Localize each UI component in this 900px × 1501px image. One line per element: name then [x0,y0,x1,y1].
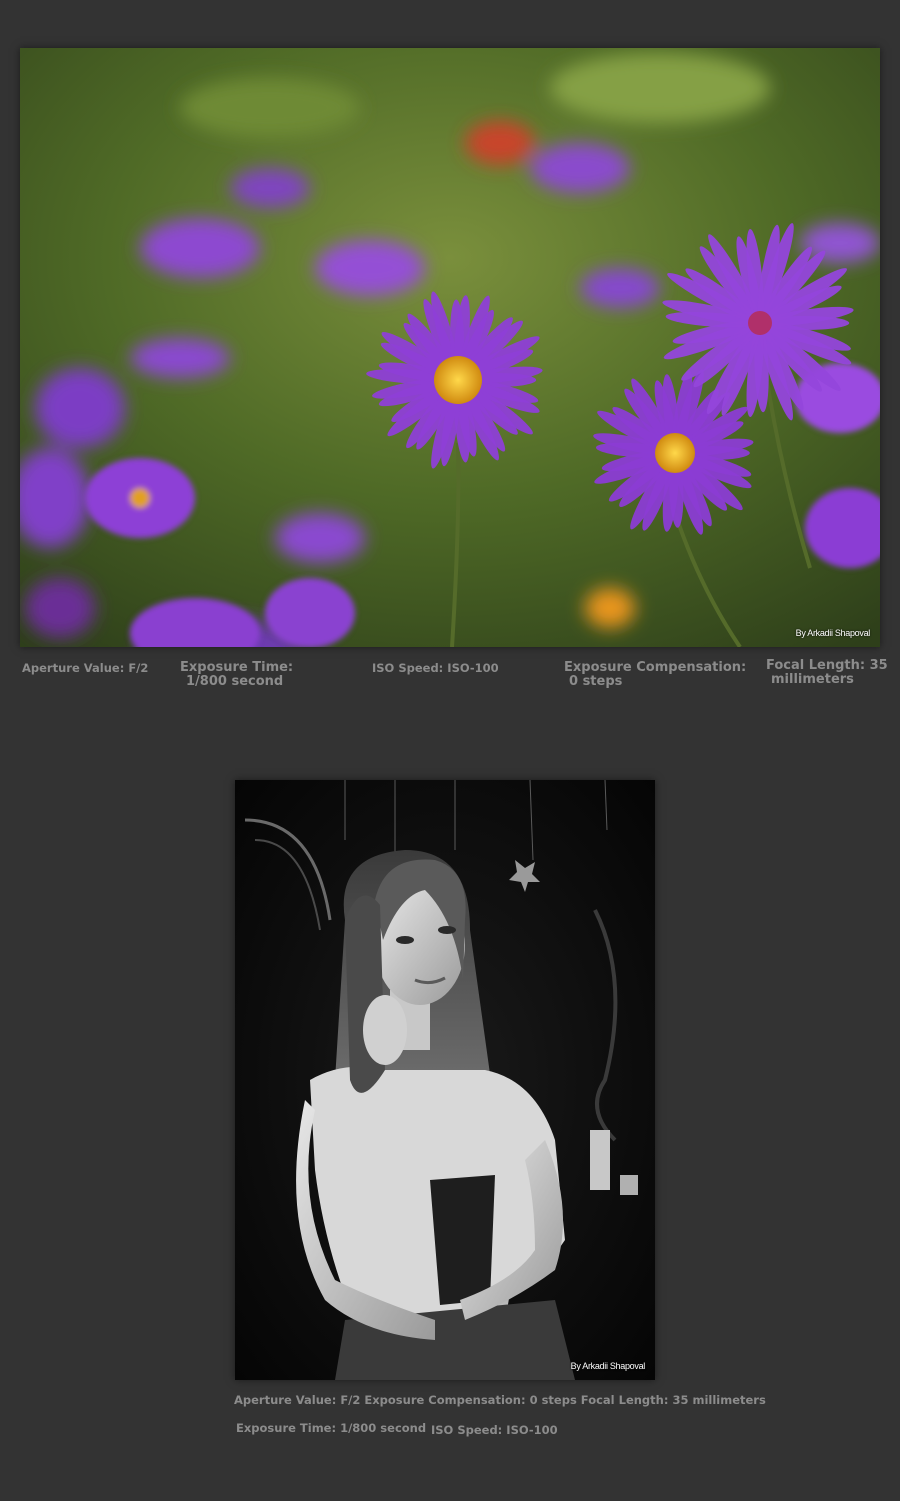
exposure-compensation-value: 0 steps [569,674,623,689]
portrait-photo-image [235,780,655,1380]
photo-credit: By Arkadii Shapoval [570,1361,646,1371]
focal-length-label: Focal Length: 35 [766,658,888,673]
iso-speed-label: ISO Speed: ISO-100 [372,661,499,675]
exposure-compensation-label: Exposure Compensation: [564,660,747,675]
aperture-label: Aperture Value: F/2 [22,661,149,675]
exposure-time-label: Exposure Time: [180,660,294,675]
portrait-exif-line: Aperture Value: F/2 Exposure Compensatio… [234,1393,766,1407]
flower-photo: By Arkadii Shapoval [20,48,880,647]
flower-photo-image [20,48,880,647]
photo-credit: By Arkadii Shapoval [795,628,871,638]
focal-length-value: millimeters [771,672,854,687]
portrait-exposure-time: Exposure Time: 1/800 second [236,1421,427,1435]
portrait-photo: By Arkadii Shapoval [235,780,655,1380]
portrait-iso-speed: ISO Speed: ISO-100 [431,1423,558,1437]
exposure-time-value: 1/800 second [186,674,284,689]
